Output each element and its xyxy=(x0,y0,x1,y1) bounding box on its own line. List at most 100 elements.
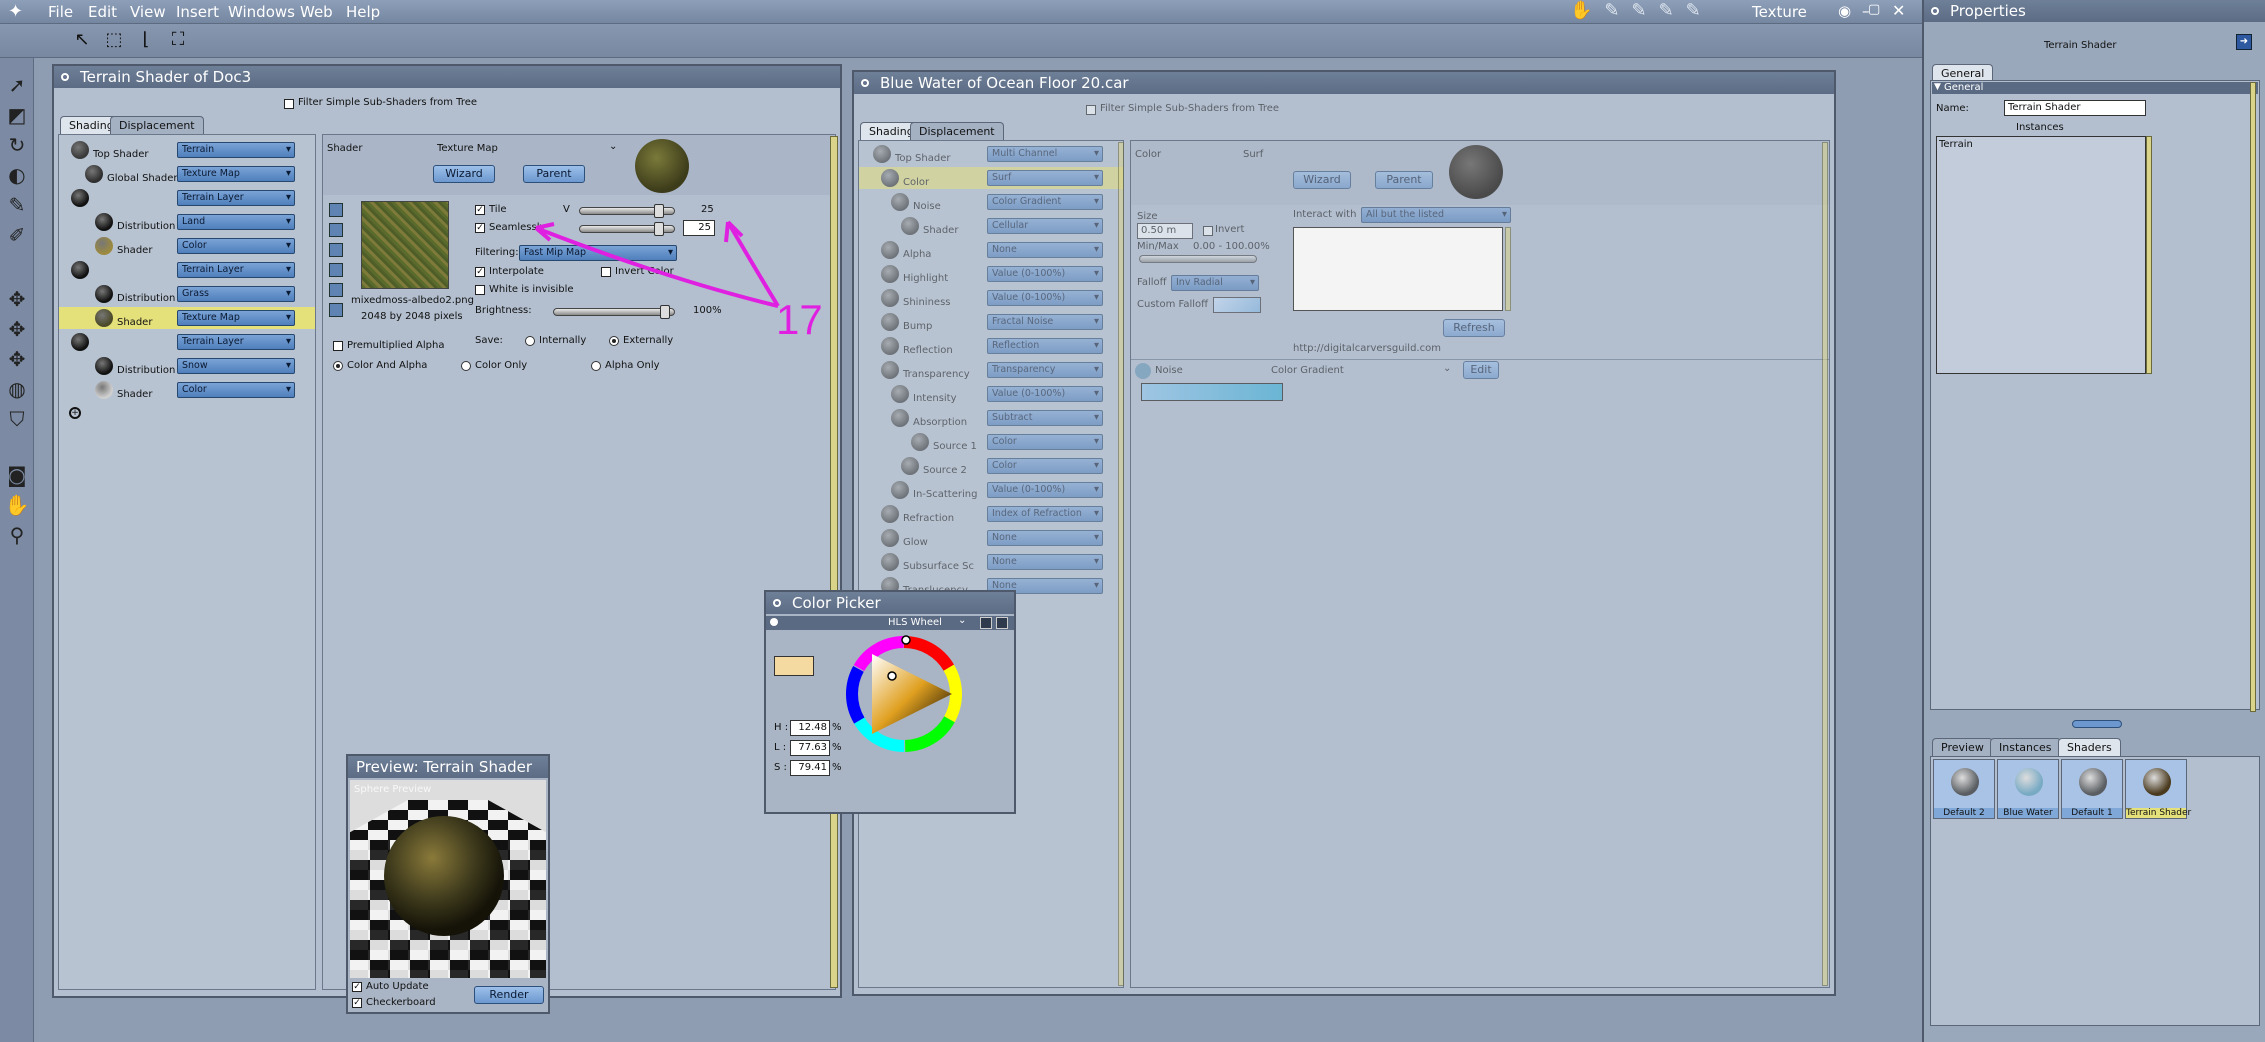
current-color-swatch[interactable] xyxy=(774,656,814,676)
filter-checkbox[interactable] xyxy=(284,99,294,109)
white-invisible-checkbox[interactable] xyxy=(475,285,485,295)
color-only-radio[interactable] xyxy=(461,361,471,371)
water-tree-row-dropdown[interactable]: Reflection xyxy=(987,338,1103,354)
tree-row-dropdown[interactable]: Terrain Layer xyxy=(177,190,295,206)
picker-option-icon[interactable] xyxy=(980,617,992,629)
tree-row[interactable]: Distribution Snow xyxy=(59,355,315,377)
seamlessly-checkbox[interactable]: ✓ xyxy=(475,223,485,233)
water-tree-row-dropdown[interactable]: None xyxy=(987,554,1103,570)
brush-tool-icon[interactable]: ✐ xyxy=(4,222,30,248)
picker-close-icon[interactable] xyxy=(773,599,781,607)
open-file-icon[interactable] xyxy=(329,203,343,217)
interact-dropdown[interactable]: All but the listed xyxy=(1361,207,1511,223)
water-tree-row[interactable]: Noise Color Gradient xyxy=(859,191,1123,213)
picker-mode[interactable]: HLS Wheel xyxy=(888,617,942,628)
water-tree-row[interactable]: Bump Fractal Noise xyxy=(859,311,1123,333)
interact-list-scrollbar[interactable] xyxy=(1505,227,1511,311)
tree-row[interactable]: Shader Color xyxy=(59,235,315,257)
shield-icon[interactable]: ⛉ xyxy=(4,406,30,432)
select-tool-icon[interactable]: ➚ xyxy=(4,72,30,98)
general-collapse-icon[interactable]: ▼ xyxy=(1934,82,1941,92)
auto-update-checkbox[interactable]: ✓ xyxy=(352,982,362,992)
water-parent-button[interactable]: Parent xyxy=(1375,171,1433,189)
size-field[interactable]: 0.50 m xyxy=(1137,223,1193,239)
corner-icon[interactable]: ⌊ xyxy=(134,28,158,52)
water-tree-row-dropdown[interactable]: Fractal Noise xyxy=(987,314,1103,330)
menu-view[interactable]: View xyxy=(130,3,166,21)
sphere-tool-icon[interactable]: ◐ xyxy=(4,162,30,188)
tree-row[interactable]: Global Shader Texture Map xyxy=(59,163,315,185)
l-field[interactable]: 77.63 xyxy=(790,740,830,756)
name-field[interactable]: Terrain Shader xyxy=(2004,100,2146,116)
add-layer-icon[interactable]: + xyxy=(69,407,81,419)
premult-checkbox[interactable] xyxy=(333,341,343,351)
interact-list[interactable] xyxy=(1293,227,1503,311)
zoom-icon[interactable]: ⚲ xyxy=(4,522,30,548)
water-tree-row[interactable]: Subsurface Sc None xyxy=(859,551,1123,573)
tree-row-dropdown[interactable]: Texture Map xyxy=(177,310,295,326)
shader-thumbnail[interactable]: Default 2 xyxy=(1933,759,1995,819)
water-tree-row-dropdown[interactable]: Color Gradient xyxy=(987,194,1103,210)
rotate-camera-icon[interactable]: ✥ xyxy=(4,316,30,342)
rotate-tool-icon[interactable]: ↻ xyxy=(4,132,30,158)
gradient-bar[interactable] xyxy=(1141,383,1283,401)
general-section-header[interactable]: General xyxy=(1932,82,2258,94)
properties-close-icon[interactable] xyxy=(1931,7,1939,15)
tree-row[interactable]: Terrain Layer xyxy=(59,187,315,209)
water-tree-row[interactable]: Glow None xyxy=(859,527,1123,549)
instances-scrollbar[interactable] xyxy=(2146,136,2152,374)
scale-box-icon[interactable]: ⬚ xyxy=(102,28,126,52)
instance-item[interactable]: Terrain xyxy=(1939,139,1973,150)
move-arrows-icon[interactable]: ✥ xyxy=(4,286,30,312)
eye-icon[interactable]: ◉ xyxy=(1838,2,1851,20)
camera-ball-icon[interactable]: ◍ xyxy=(4,376,30,402)
room-tools-icons[interactable]: ✋✎✎✎✎ xyxy=(1570,0,1713,21)
water-tree-row[interactable]: Top Shader Multi Channel xyxy=(859,143,1123,165)
water-tree-row[interactable]: Absorption Subtract xyxy=(859,407,1123,429)
tree-row[interactable]: Shader Color xyxy=(59,379,315,401)
picker-eyedropper-icon[interactable] xyxy=(996,617,1008,629)
tree-row-dropdown[interactable]: Color xyxy=(177,238,295,254)
color-alpha-radio[interactable] xyxy=(333,361,343,371)
water-tree-row[interactable]: Refraction Index of Refraction xyxy=(859,503,1123,525)
water-tree-row-dropdown[interactable]: Cellular xyxy=(987,218,1103,234)
water-filter-checkbox[interactable] xyxy=(1086,105,1096,115)
menu-help[interactable]: Help xyxy=(346,3,380,21)
water-tree-row[interactable]: Source 2 Color xyxy=(859,455,1123,477)
water-tree-row-dropdown[interactable]: Surf xyxy=(987,170,1103,186)
tree-row[interactable]: Terrain Layer xyxy=(59,259,315,281)
custom-falloff-swatch[interactable] xyxy=(1213,297,1261,313)
water-tree-row[interactable]: Intensity Value (0-100%) xyxy=(859,383,1123,405)
menu-web[interactable]: Web xyxy=(300,3,333,21)
maximize-icon[interactable]: ▢ xyxy=(1868,2,1880,17)
alpha-only-radio[interactable] xyxy=(591,361,601,371)
save-file-icon[interactable] xyxy=(329,223,343,237)
tree-row-dropdown[interactable]: Terrain Layer xyxy=(177,262,295,278)
tab-displacement[interactable]: Displacement xyxy=(110,116,204,134)
picker-mode-chevron-icon[interactable]: ⌄ xyxy=(958,615,966,626)
tree-row-dropdown[interactable]: Grass xyxy=(177,286,295,302)
properties-arrow-icon[interactable]: ➜ xyxy=(2236,34,2252,50)
rotate-image-icon[interactable] xyxy=(329,283,343,297)
editor-type-chevron-icon[interactable]: ⌄ xyxy=(609,141,617,152)
parent-button[interactable]: Parent xyxy=(523,165,585,183)
water-tree-row-dropdown[interactable]: Value (0-100%) xyxy=(987,386,1103,402)
water-tree-row-dropdown[interactable]: Multi Channel xyxy=(987,146,1103,162)
checkerboard-checkbox[interactable]: ✓ xyxy=(352,998,362,1008)
water-tree-row-dropdown[interactable]: Value (0-100%) xyxy=(987,290,1103,306)
tree-row-dropdown[interactable]: Texture Map xyxy=(177,166,295,182)
water-tree-row-dropdown[interactable]: Color xyxy=(987,458,1103,474)
refresh-button[interactable]: Refresh xyxy=(1443,319,1505,337)
tree-row[interactable]: Terrain Layer xyxy=(59,331,315,353)
flip-v-icon[interactable] xyxy=(329,243,343,257)
water-tree-row[interactable]: Reflection Reflection xyxy=(859,335,1123,357)
tree-row-dropdown[interactable]: Land xyxy=(177,214,295,230)
menu-insert[interactable]: Insert xyxy=(176,3,219,21)
water-tree-row-dropdown[interactable]: None xyxy=(987,530,1103,546)
hls-wheel[interactable] xyxy=(842,632,966,756)
pan-camera-icon[interactable]: ✥ xyxy=(4,346,30,372)
tree-row[interactable]: Shader Texture Map xyxy=(59,307,315,329)
water-tree-row[interactable]: Transparency Transparency xyxy=(859,359,1123,381)
shader-thumbnail[interactable]: Terrain Shader xyxy=(2125,759,2191,819)
s-field[interactable]: 79.41 xyxy=(790,760,830,776)
